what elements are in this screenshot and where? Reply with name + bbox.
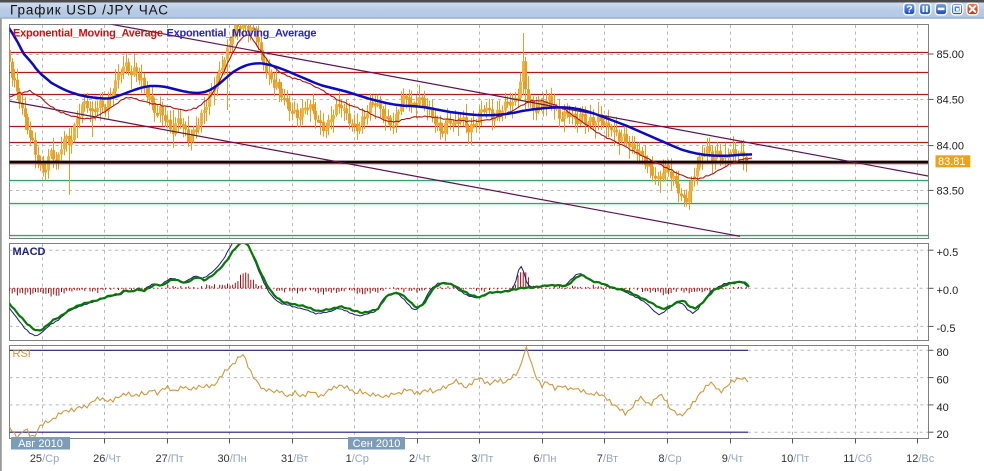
svg-text:Exponential_Moving_Average: Exponential_Moving_Average (167, 28, 317, 40)
svg-text:11/Сб: 11/Сб (843, 453, 872, 465)
svg-text:6/Пн: 6/Пн (533, 453, 556, 465)
svg-text:RSI: RSI (13, 348, 31, 360)
svg-text:60: 60 (937, 375, 949, 387)
svg-text:10/Пт: 10/Пт (781, 453, 809, 465)
svg-text:20: 20 (937, 429, 949, 441)
svg-text:3/Пт: 3/Пт (471, 453, 493, 465)
svg-text:Exponential_Moving_Average: Exponential_Moving_Average (13, 28, 163, 40)
svg-text:+0.0: +0.0 (937, 285, 959, 297)
svg-text:84.00: 84.00 (937, 141, 965, 153)
svg-text:9/Чт: 9/Чт (722, 453, 744, 465)
svg-text:1/Ср: 1/Ср (346, 453, 369, 465)
svg-text:80: 80 (937, 347, 949, 359)
svg-text:2/Чт: 2/Чт (409, 453, 431, 465)
svg-text:Авг 2010: Авг 2010 (18, 438, 63, 450)
svg-text:MACD: MACD (13, 246, 46, 258)
svg-text:85.00: 85.00 (937, 49, 965, 61)
svg-text:40: 40 (937, 402, 949, 414)
svg-text:26/Чт: 26/Чт (93, 453, 121, 465)
svg-text:7/Вт: 7/Вт (597, 453, 618, 465)
svg-text:84.50: 84.50 (937, 94, 965, 106)
svg-text:8/Ср: 8/Ср (658, 453, 681, 465)
svg-text:83.81: 83.81 (938, 156, 966, 168)
svg-text:25/Ср: 25/Ср (30, 453, 59, 465)
svg-text:+0.5: +0.5 (937, 247, 959, 259)
svg-text:83.50: 83.50 (937, 185, 965, 197)
svg-text:30/Пн: 30/Пн (217, 453, 246, 465)
svg-text:12/Вс: 12/Вс (906, 453, 935, 465)
svg-text:?: ? (906, 4, 912, 16)
svg-text:График USD /JPY ЧАС: График USD /JPY ЧАС (10, 3, 168, 18)
svg-text:27/Пт: 27/Пт (155, 453, 183, 465)
svg-text:31/Вт: 31/Вт (281, 453, 308, 465)
svg-text:-0.5: -0.5 (937, 323, 956, 335)
svg-text:Сен 2010: Сен 2010 (353, 438, 401, 450)
